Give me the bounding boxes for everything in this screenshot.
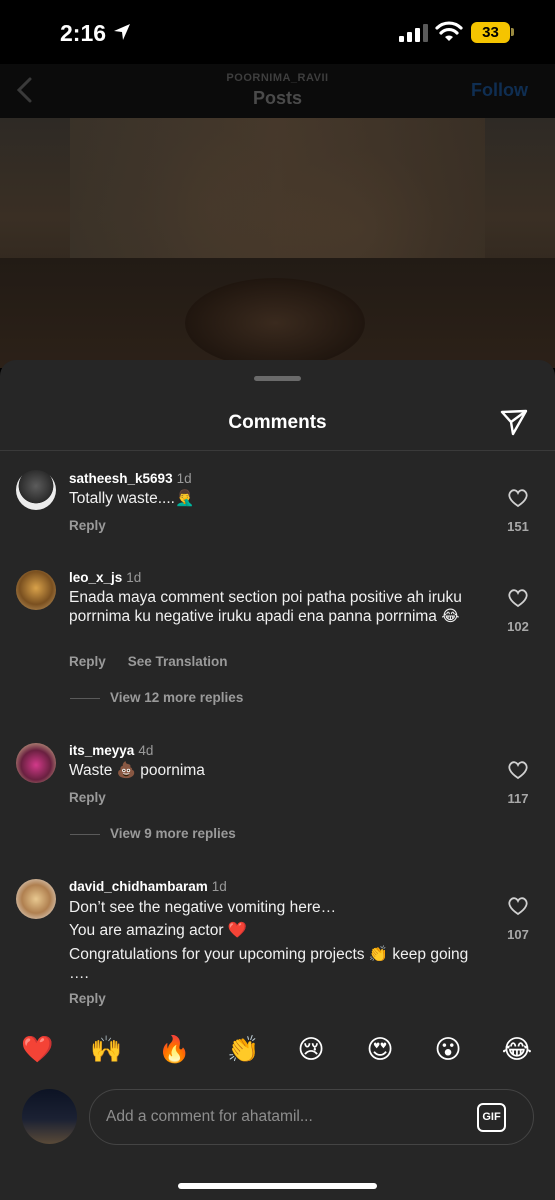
battery-nub [511, 28, 514, 36]
heart-icon[interactable] [507, 488, 529, 508]
reply-button[interactable]: Reply [69, 654, 106, 669]
divider [0, 450, 555, 451]
status-time: 2:16 [60, 20, 107, 46]
location-arrow-icon [114, 24, 130, 40]
comment-time: 4d [138, 743, 154, 758]
comment-text-line: You are amazing actor ❤️ [69, 922, 248, 939]
comment-actions: Reply See Translation [69, 654, 228, 669]
avatar[interactable] [16, 879, 56, 919]
comment-time: 1d [126, 570, 142, 585]
reply-button[interactable]: Reply [69, 991, 106, 1006]
comments-sheet: Comments satheesh_k5693 1d Totally waste.… [0, 360, 555, 1200]
post-header: POORNIMA_RAVII Posts Follow [0, 64, 555, 118]
emoji-heart-eyes-button[interactable]: 😍 [364, 1034, 396, 1066]
emoji-clap-button[interactable]: 👏 [227, 1034, 259, 1066]
avatar[interactable] [16, 470, 56, 510]
comment-username[interactable]: leo_x_js 1d [69, 570, 141, 585]
like-count: 117 [507, 791, 529, 806]
emoji-laughing-button[interactable]: 😂 [501, 1034, 533, 1066]
follow-button[interactable]: Follow [471, 80, 528, 101]
like-count: 151 [507, 519, 529, 534]
post-image-subject [185, 278, 365, 368]
avatar[interactable] [16, 570, 56, 610]
emoji-surprised-button[interactable]: 😮 [432, 1034, 464, 1066]
comment-actions: Reply [69, 991, 106, 1006]
avatar[interactable] [16, 743, 56, 783]
share-send-icon[interactable] [499, 407, 529, 437]
like-count: 107 [507, 927, 529, 942]
wifi-icon [435, 21, 463, 41]
comment-username[interactable]: satheesh_k5693 1d [69, 471, 192, 486]
current-user-avatar [22, 1089, 77, 1144]
reply-button[interactable]: Reply [69, 790, 106, 805]
replies-line [70, 833, 100, 835]
see-translation-button[interactable]: See Translation [128, 654, 228, 669]
comment-time: 1d [176, 471, 192, 486]
comment-text: Waste 💩 poornima [69, 762, 205, 779]
comment-username[interactable]: its_meyya 4d [69, 743, 153, 758]
like-count: 102 [507, 619, 529, 634]
comment-actions: Reply [69, 518, 106, 533]
emoji-reaction-bar: ❤️ 🙌 🔥 👏 😢 😍 😮 😂 [0, 1034, 555, 1068]
emoji-heart-button[interactable]: ❤️ [21, 1034, 53, 1066]
replies-line [70, 697, 100, 699]
post-image-photo [70, 118, 485, 258]
comments-title: Comments [228, 412, 327, 433]
comment-text-line: Don’t see the negative vomiting here… [69, 899, 337, 916]
emoji-fire-button[interactable]: 🔥 [158, 1034, 190, 1066]
emoji-raised-hands-button[interactable]: 🙌 [90, 1034, 122, 1066]
home-indicator [178, 1183, 377, 1189]
comment-input-box[interactable]: GIF [89, 1089, 534, 1145]
emoji-crying-button[interactable]: 😢 [295, 1034, 327, 1066]
comment-actions: Reply [69, 790, 106, 805]
heart-icon[interactable] [507, 760, 529, 780]
gif-button[interactable]: GIF [477, 1103, 506, 1132]
comment-input[interactable] [106, 1090, 466, 1144]
reply-button[interactable]: Reply [69, 518, 106, 533]
comment-text-line: Congratulations for your upcoming projec… [69, 946, 469, 982]
heart-icon[interactable] [507, 896, 529, 916]
view-more-replies-button[interactable]: View 12 more replies [70, 690, 243, 705]
post-image [0, 118, 555, 368]
heart-icon[interactable] [507, 588, 529, 608]
view-more-replies-button[interactable]: View 9 more replies [70, 826, 236, 841]
sheet-grabber[interactable] [254, 376, 301, 381]
status-bar: 2:16 33 [0, 0, 555, 64]
battery-indicator: 33 [471, 22, 510, 43]
comment-text: Enada maya comment section poi patha pos… [69, 589, 462, 625]
comment-time: 1d [211, 879, 227, 894]
comment-username[interactable]: david_chidhambaram 1d [69, 879, 227, 894]
cellular-signal-icon [399, 24, 428, 42]
comment-text: Totally waste....🤦‍♂️ [69, 490, 195, 507]
